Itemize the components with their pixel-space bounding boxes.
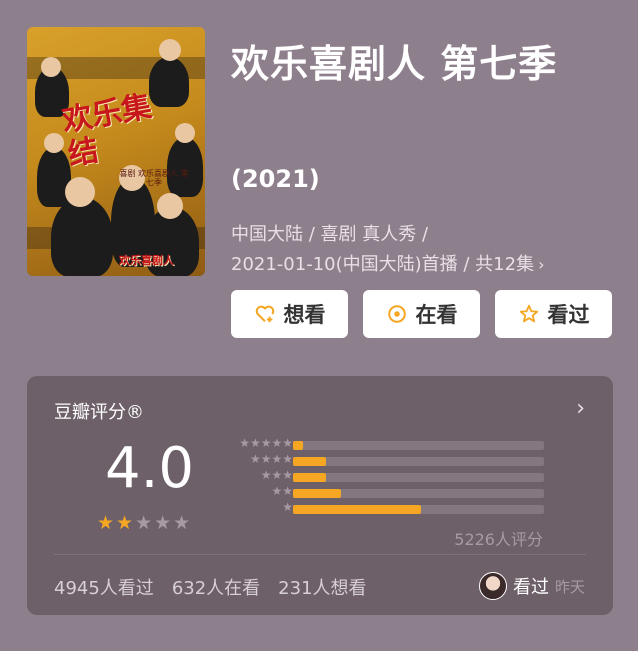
watched-label: 看过 bbox=[547, 303, 590, 327]
watching-button[interactable]: 在看 bbox=[363, 290, 480, 338]
distribution-row: ★★ bbox=[223, 484, 553, 502]
distribution-stars: ★ bbox=[282, 500, 293, 514]
poster-figure bbox=[51, 197, 113, 276]
distribution-track bbox=[293, 473, 544, 482]
rating-card[interactable]: 豆瓣评分® › 4.0 ★★★★★ ★★★★★ ★★★★ ★★★ ★★ ★ 5226人评… bbox=[27, 376, 613, 615]
recent-action: 看过 bbox=[512, 577, 549, 598]
distribution-row: ★ bbox=[223, 500, 553, 518]
want-count[interactable]: 231人想看 bbox=[278, 574, 366, 600]
avatar bbox=[478, 572, 507, 600]
poster-corner-text: 欢乐喜剧人 bbox=[119, 254, 174, 267]
star-filled-icon: ★★ bbox=[97, 512, 136, 534]
meta-line-release: 2021-01-10(中国大陆)首播 / 共12集 › bbox=[231, 250, 621, 280]
distribution-bar bbox=[293, 489, 341, 498]
chevron-right-icon: › bbox=[538, 255, 545, 274]
rating-count: 5226人评分 bbox=[454, 530, 543, 549]
distribution-bar bbox=[293, 505, 421, 514]
poster-face bbox=[175, 123, 195, 143]
heart-plus-icon bbox=[255, 305, 274, 323]
target-icon bbox=[387, 305, 406, 323]
distribution-bar bbox=[293, 457, 326, 466]
poster-title: 欢乐集结 bbox=[59, 89, 155, 173]
watching-label: 在看 bbox=[415, 303, 458, 327]
rating-header: 豆瓣评分® bbox=[54, 402, 144, 423]
page-title: 欢乐喜剧人 第七季 bbox=[231, 42, 558, 86]
distribution-stars: ★★ bbox=[271, 484, 293, 498]
distribution-track bbox=[293, 457, 544, 466]
chevron-right-icon[interactable]: › bbox=[576, 396, 585, 421]
poster-face bbox=[44, 133, 64, 153]
watching-count[interactable]: 632人在看 bbox=[172, 574, 260, 600]
distribution-track bbox=[293, 489, 544, 498]
release-year: (2021) bbox=[231, 165, 320, 193]
poster-figure bbox=[167, 137, 203, 197]
want-button[interactable]: 想看 bbox=[231, 290, 348, 338]
distribution-track bbox=[293, 441, 544, 450]
distribution-track bbox=[293, 505, 544, 514]
want-label: 想看 bbox=[283, 303, 326, 327]
rating-stars: ★★★★★ bbox=[97, 512, 192, 534]
distribution-stars: ★★★★ bbox=[249, 452, 293, 466]
poster-face bbox=[157, 193, 183, 219]
rating-score: 4.0 bbox=[105, 436, 195, 501]
poster-face bbox=[65, 177, 95, 207]
watch-stats: 4945人看过 632人在看 231人想看 bbox=[54, 574, 367, 600]
watched-count[interactable]: 4945人看过 bbox=[54, 574, 154, 600]
poster-face bbox=[159, 39, 181, 61]
meta-line-genre: 中国大陆 / 喜剧 真人秀 / bbox=[231, 224, 429, 245]
poster-face bbox=[41, 57, 61, 77]
distribution-stars: ★★★★★ bbox=[239, 436, 293, 450]
star-icon bbox=[519, 304, 538, 323]
distribution-bar bbox=[293, 441, 304, 450]
poster-subtitle: 喜剧 欢乐喜剧人 第七季 bbox=[119, 169, 189, 187]
distribution-stars: ★★★ bbox=[260, 468, 293, 482]
movie-meta[interactable]: 中国大陆 / 喜剧 真人秀 / 2021-01-10(中国大陆)首播 / 共12… bbox=[231, 220, 621, 280]
poster-image[interactable]: 欢乐集结 喜剧 欢乐喜剧人 第七季 欢乐喜剧人 bbox=[27, 27, 205, 276]
divider bbox=[54, 554, 586, 555]
recent-activity[interactable]: 看过 昨天 bbox=[478, 572, 585, 600]
distribution-bar bbox=[293, 473, 326, 482]
recent-time: 昨天 bbox=[554, 577, 585, 596]
rating-distribution: ★★★★★ ★★★★ ★★★ ★★ ★ bbox=[223, 436, 553, 518]
star-empty-icon: ★★★ bbox=[135, 512, 193, 534]
watched-button[interactable]: 看过 bbox=[495, 290, 612, 338]
meta-release-text: 2021-01-10(中国大陆)首播 / 共12集 bbox=[231, 254, 535, 275]
